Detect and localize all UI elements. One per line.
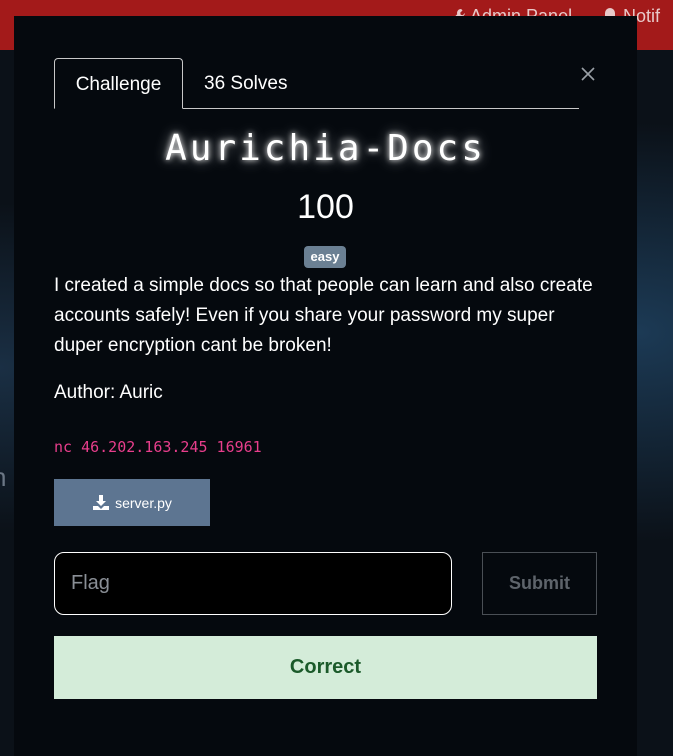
challenge-points: 100 (297, 188, 354, 226)
submit-button[interactable]: Submit (482, 552, 597, 615)
result-message: Correct (54, 636, 597, 699)
challenge-modal: Challenge 36 Solves Aurichia-Docs 100 ea… (14, 16, 637, 756)
download-icon (93, 495, 110, 510)
challenge-author: Author: Auric (54, 382, 163, 403)
background-text: n (0, 462, 6, 493)
download-file-label: server.py (115, 494, 172, 511)
close-icon (581, 67, 595, 81)
download-file-button[interactable]: server.py (54, 479, 210, 526)
challenge-description: I created a simple docs so that people c… (54, 275, 593, 356)
challenge-title: Aurichia-Docs (165, 128, 486, 169)
flag-input[interactable] (54, 552, 452, 615)
tab-bar: Challenge 36 Solves (54, 58, 579, 109)
tab-solves[interactable]: 36 Solves (204, 58, 287, 108)
tab-challenge[interactable]: Challenge (54, 58, 183, 109)
close-button[interactable] (580, 66, 596, 82)
difficulty-badge: easy (304, 246, 346, 268)
connection-info: nc 46.202.163.245 16961 (54, 438, 262, 456)
